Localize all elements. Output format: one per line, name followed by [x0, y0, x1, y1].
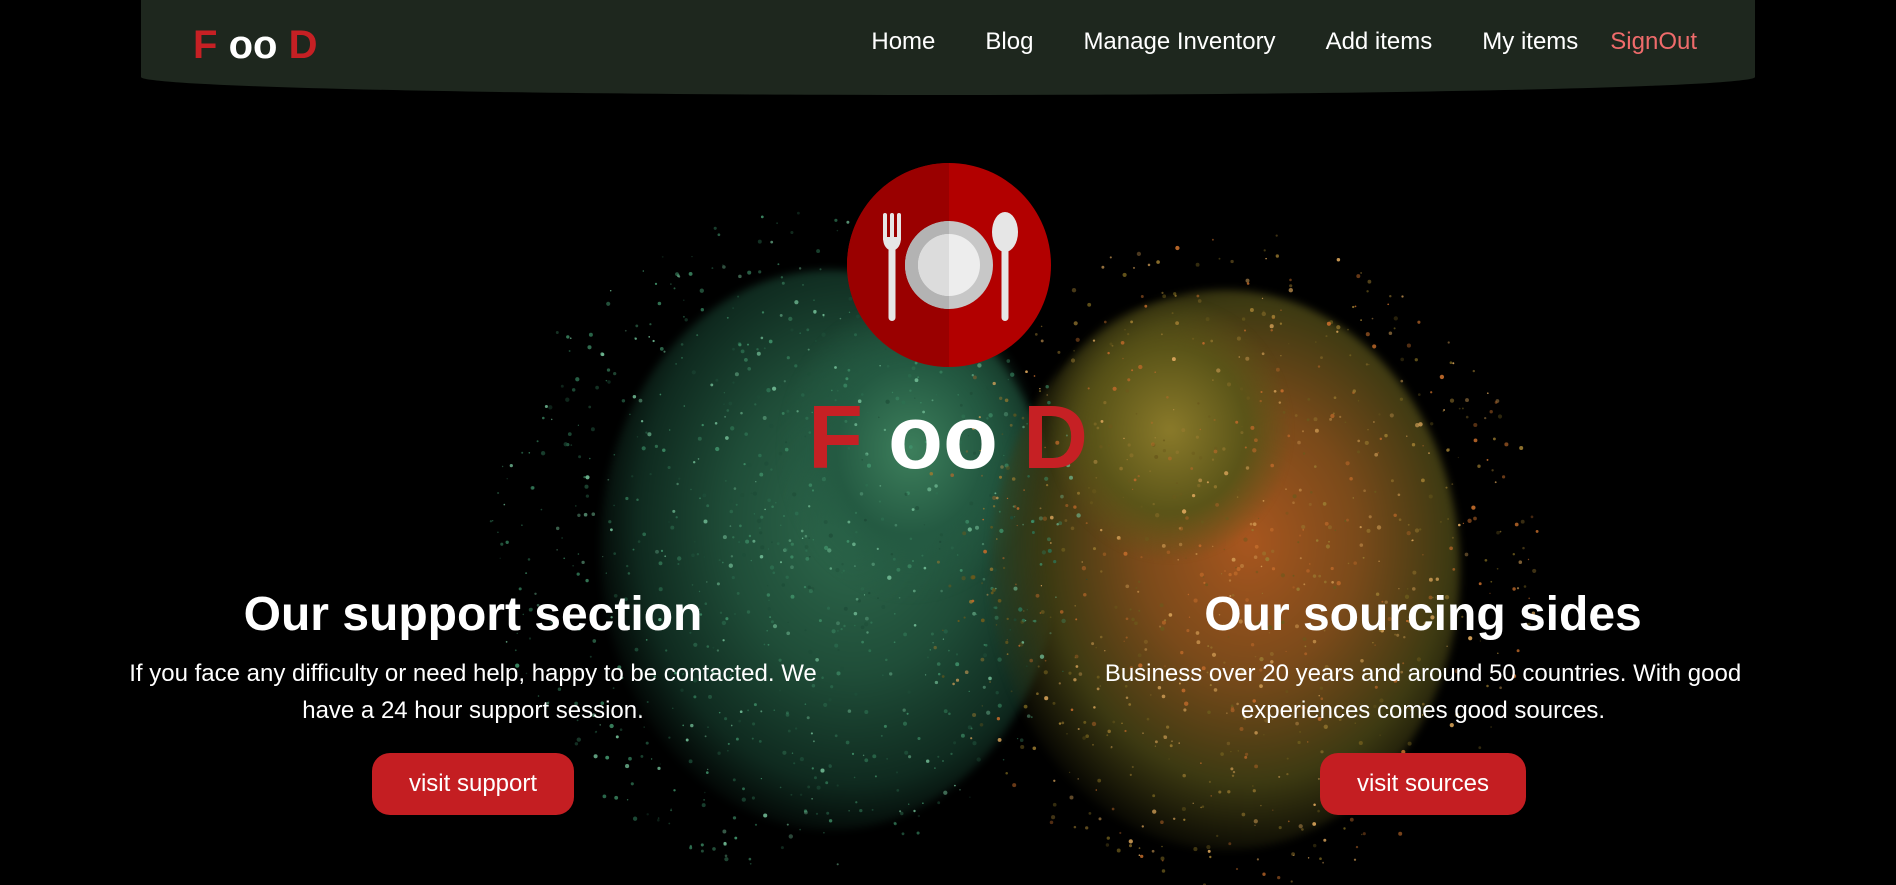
- visit-sources-button[interactable]: visit sources: [1319, 753, 1527, 815]
- sourcing-section-title: Our sourcing sides: [1204, 588, 1642, 641]
- navbar-brand-logo[interactable]: F oo D: [193, 22, 317, 68]
- plate-fork-spoon-icon: [847, 163, 1051, 367]
- nav-link-manage-inventory[interactable]: Manage Inventory: [1083, 28, 1275, 56]
- sourcing-section-text: Business over 20 years and around 50 cou…: [1104, 660, 1742, 724]
- nav-links: Home Blog Manage Inventory Add items My …: [871, 28, 1697, 56]
- nav-link-add-items[interactable]: Add items: [1326, 28, 1433, 56]
- support-section: Our support section If you face any diff…: [100, 585, 846, 815]
- visit-support-button[interactable]: visit support: [371, 753, 575, 815]
- brand-letters-oo: oo: [228, 23, 278, 67]
- hero-letter-d: D: [1022, 388, 1088, 488]
- brand-letter-d: D: [288, 23, 318, 67]
- signout-link[interactable]: SignOut: [1610, 28, 1697, 56]
- nav-link-home[interactable]: Home: [871, 28, 935, 56]
- brand-letter-f: F: [193, 23, 218, 67]
- nav-link-blog[interactable]: Blog: [985, 28, 1033, 56]
- top-navbar: F oo D Home Blog Manage Inventory Add it…: [141, 0, 1755, 95]
- support-section-text: If you face any difficulty or need help,…: [129, 660, 817, 724]
- support-section-title: Our support section: [243, 588, 703, 641]
- nav-link-my-items[interactable]: My items: [1482, 28, 1578, 56]
- page: F oo D Home Blog Manage Inventory Add it…: [0, 0, 1896, 885]
- hero-letter-f: F: [808, 388, 863, 488]
- sourcing-section: Our sourcing sides Business over 20 year…: [1082, 585, 1764, 815]
- hero-brand-wordmark: F oo D: [0, 388, 1896, 488]
- hero-letters-oo: oo: [888, 388, 998, 488]
